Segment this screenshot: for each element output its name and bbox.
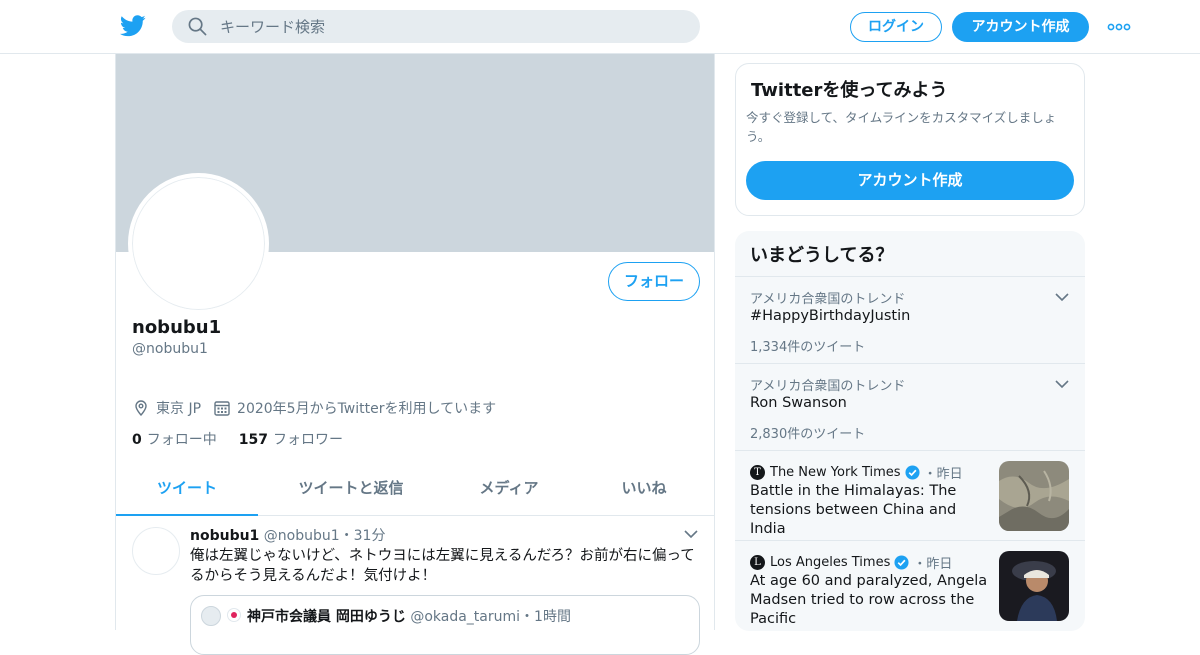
tweet-author-handle[interactable]: @nobubu1 — [264, 528, 340, 544]
signup-card: Twitterを使ってみよう 今すぐ登録して、タイムラインをカスタマイズしましょ… — [735, 63, 1085, 216]
tweet-time[interactable]: 31分 — [354, 528, 386, 544]
la-times-logo-icon: L — [750, 555, 765, 570]
trend-count: 2,830件のツイート — [750, 427, 866, 442]
trend-context: アメリカ合衆国のトレンド — [750, 379, 906, 394]
quoted-tweet-time[interactable]: 1時間 — [534, 609, 571, 625]
search-input[interactable] — [220, 10, 680, 43]
nyt-logo-icon: T — [750, 465, 765, 480]
following-count: 0 — [132, 432, 142, 448]
quoted-tweet[interactable]: 神戸市会議員 岡田ゆうじ @okada_tarumi・1時間 — [190, 595, 700, 655]
tweet-header: nobubu1 @nobubu1・31分 — [190, 525, 385, 545]
news-time: 昨日 — [926, 557, 953, 572]
followers-count: 157 — [238, 432, 268, 448]
profile-joined-date: 2020年5月からTwitterを利用しています — [237, 401, 497, 417]
signup-card-button[interactable]: アカウント作成 — [746, 161, 1074, 200]
following-link[interactable]: 0 フォロー中 — [132, 429, 217, 449]
quoted-tweet-header: 神戸市会議員 岡田ゆうじ @okada_tarumi・1時間 — [247, 606, 571, 626]
trend-count: 1,334件のツイート — [750, 340, 866, 355]
trends-card-title: いまどうしてる？ — [750, 245, 894, 266]
trend-context: アメリカ合衆国のトレンド — [750, 292, 906, 307]
following-label: フォロー中 — [146, 432, 217, 448]
tweet-avatar[interactable] — [132, 527, 180, 575]
signup-button[interactable]: アカウント作成 — [952, 12, 1089, 42]
news-thumbnail — [999, 551, 1069, 621]
chevron-down-icon[interactable] — [1055, 380, 1069, 389]
verified-badge-icon — [905, 465, 920, 480]
news-time: 昨日 — [936, 467, 963, 482]
tab-tweets[interactable]: ツイート — [116, 464, 258, 516]
search-icon — [188, 17, 207, 36]
profile-location: 東京 JP — [156, 401, 202, 417]
signup-card-title: Twitterを使ってみよう — [751, 80, 948, 101]
news-separator: ・ — [913, 557, 927, 572]
profile-counts: 0 フォロー中 157 フォロワー — [132, 429, 365, 449]
chevron-down-icon[interactable] — [684, 529, 698, 539]
quoted-tweet-author-name[interactable]: 神戸市会議員 岡田ゆうじ — [247, 609, 406, 625]
login-button[interactable]: ログイン — [850, 12, 942, 42]
location-icon — [135, 400, 147, 417]
news-separator: ・ — [923, 467, 937, 482]
trends-card: いまどうしてる？ アメリカ合衆国のトレンド #HappyBirthdayJust… — [735, 231, 1085, 631]
trend-item[interactable]: アメリカ合衆国のトレンド #HappyBirthdayJustin 1,334件… — [735, 276, 1085, 363]
trend-name: Ron Swanson — [750, 395, 847, 411]
tab-likes[interactable]: いいね — [574, 464, 714, 516]
search-bar[interactable] — [172, 10, 700, 43]
signup-card-subtitle: 今すぐ登録して、タイムラインをカスタマイズしましょう。 — [746, 110, 1057, 144]
quoted-tweet-avatar[interactable] — [201, 606, 221, 626]
quoted-tweet-separator: ・ — [520, 609, 535, 625]
profile-display-name: nobubu1 — [132, 317, 222, 338]
japan-flag-icon — [227, 608, 241, 622]
news-source-name: The New York Times — [770, 465, 901, 480]
news-source: L Los Angeles Times ・昨日 — [750, 553, 952, 572]
tab-tweets-and-replies[interactable]: ツイートと返信 — [258, 464, 444, 516]
news-thumbnail — [999, 461, 1069, 531]
profile-meta: 東京 JP 2020年5月からTwitterを利用しています — [132, 398, 496, 418]
news-source: T The New York Times ・昨日 — [750, 463, 963, 482]
tweet-text: 俺は左翼じゃないけど、ネトウヨには左翼に見えるんだろ？お前が右に偏ってるからそう… — [190, 548, 695, 584]
trend-name: #HappyBirthdayJustin — [750, 308, 911, 324]
profile-tabs: ツイート ツイートと返信 メディア いいね — [116, 464, 714, 516]
verified-badge-icon — [894, 555, 909, 570]
tab-media[interactable]: メディア — [444, 464, 574, 516]
profile-handle: @nobubu1 — [132, 341, 208, 357]
trend-item[interactable]: アメリカ合衆国のトレンド Ron Swanson 2,830件のツイート — [735, 363, 1085, 450]
news-headline: Battle in the Himalayas: The tensions be… — [750, 483, 957, 537]
twitter-bird-icon[interactable] — [120, 14, 146, 38]
tweet-separator: ・ — [339, 528, 354, 544]
profile-column: フォロー nobubu1 @nobubu1 東京 JP 2020年5月からTwi… — [115, 54, 715, 655]
news-headline: At age 60 and paralyzed, Angela Madsen t… — [750, 573, 988, 627]
tweet-item[interactable]: nobubu1 @nobubu1・31分 俺は左翼じゃないけど、ネトウヨには左翼… — [116, 517, 714, 655]
chevron-down-icon[interactable] — [1055, 293, 1069, 302]
news-source-name: Los Angeles Times — [770, 555, 891, 570]
profile-avatar[interactable] — [128, 173, 269, 314]
top-bar: ログイン アカウント作成 — [0, 0, 1200, 54]
tweet-author-name[interactable]: nobubu1 — [190, 528, 259, 544]
more-icon[interactable] — [1107, 22, 1131, 32]
calendar-icon — [214, 401, 230, 416]
followers-label: フォロワー — [272, 432, 343, 448]
followers-link[interactable]: 157 フォロワー — [239, 429, 343, 449]
news-item[interactable]: L Los Angeles Times ・昨日 At age 60 and pa… — [735, 540, 1085, 630]
quoted-tweet-author-handle[interactable]: @okada_tarumi — [410, 609, 520, 625]
follow-button[interactable]: フォロー — [608, 262, 700, 301]
news-item[interactable]: T The New York Times ・昨日 Battle in the H… — [735, 450, 1085, 540]
